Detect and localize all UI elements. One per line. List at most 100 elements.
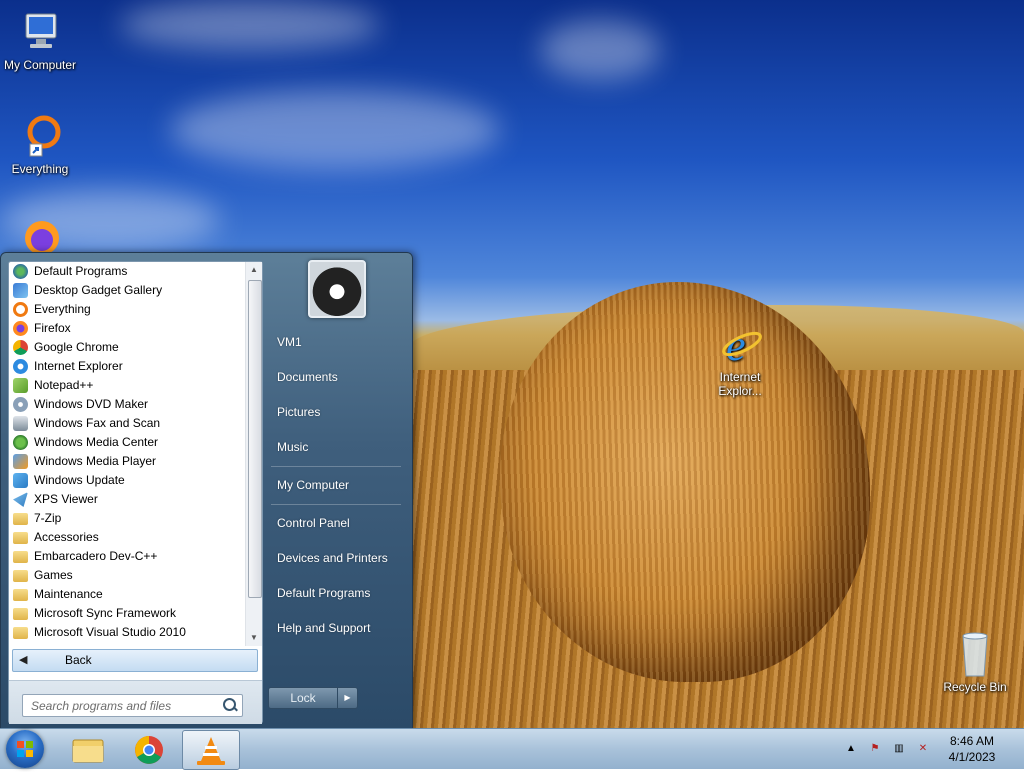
fax-scan-icon xyxy=(13,416,28,431)
scrollbar-thumb[interactable] xyxy=(248,280,262,598)
vlc-icon xyxy=(197,737,225,765)
folder-icon xyxy=(13,513,28,525)
taskbar: ▲ ⚑ ▥ ✕ 8:46 AM 4/1/2023 xyxy=(0,728,1024,770)
search-input[interactable] xyxy=(29,695,223,716)
show-hidden-icons-icon[interactable]: ▲ xyxy=(844,742,858,756)
everything-icon xyxy=(13,302,28,317)
recycle-bin-icon xyxy=(951,630,999,678)
program-item[interactable]: Internet Explorer xyxy=(9,357,245,376)
taskbar-explorer-button[interactable] xyxy=(60,730,116,768)
program-item[interactable]: Google Chrome xyxy=(9,338,245,357)
start-menu-link-vm1[interactable]: VM1 xyxy=(266,325,406,360)
dvd-maker-icon xyxy=(13,397,28,412)
program-item[interactable]: XPS Viewer xyxy=(9,490,245,509)
program-item[interactable]: Default Programs xyxy=(9,262,245,281)
program-item-label: Google Chrome xyxy=(34,340,119,354)
internet-explorer-icon: e xyxy=(716,320,764,370)
search-box[interactable] xyxy=(22,694,243,717)
back-button[interactable]: ◀ Back xyxy=(12,649,258,672)
clock-date: 4/1/2023 xyxy=(948,750,996,764)
program-item-label: Default Programs xyxy=(34,264,128,278)
program-item-label: 7-Zip xyxy=(34,511,62,525)
clock[interactable]: 8:46 AM 4/1/2023 xyxy=(930,733,1014,765)
start-menu-link-help-and-support[interactable]: Help and Support xyxy=(266,611,406,646)
network-icon[interactable]: ▥ xyxy=(892,742,906,756)
program-item-label: Notepad++ xyxy=(34,378,94,392)
program-item-label: Everything xyxy=(34,302,91,316)
user-avatar[interactable] xyxy=(308,260,366,318)
program-item-label: Embarcadero Dev-C++ xyxy=(34,549,158,563)
taskbar-chrome-button[interactable] xyxy=(121,730,177,768)
program-item[interactable]: Maintenance xyxy=(9,585,245,604)
scroll-up-icon[interactable]: ▲ xyxy=(246,262,262,278)
start-menu: Default Programs Desktop Gadget Gallery Ev… xyxy=(0,252,413,730)
program-item-label: Accessories xyxy=(34,530,99,544)
desktop-icon-label: Internet Explor... xyxy=(718,370,762,398)
program-item[interactable]: Windows Media Player xyxy=(9,452,245,471)
program-list: Default Programs Desktop Gadget Gallery Ev… xyxy=(9,262,245,646)
program-item-label: Firefox xyxy=(34,321,71,335)
taskbar-vlc-button[interactable] xyxy=(182,730,240,770)
firefox-icon xyxy=(13,321,28,336)
action-center-flag-icon[interactable]: ⚑ xyxy=(868,742,882,756)
shutdown-options-arrow-icon[interactable]: ▶ xyxy=(337,687,358,709)
start-button[interactable] xyxy=(6,730,44,768)
everything-icon xyxy=(16,112,64,160)
desktop-icon-label: My Computer xyxy=(3,58,77,72)
program-item[interactable]: Microsoft Sync Framework xyxy=(9,604,245,623)
desktop-icon-recycle-bin[interactable]: Recycle Bin xyxy=(935,630,1015,694)
start-menu-link-control-panel[interactable]: Control Panel xyxy=(266,506,406,541)
windows-update-icon xyxy=(13,473,28,488)
media-player-icon xyxy=(13,454,28,469)
chrome-icon xyxy=(135,736,163,764)
program-item-label: Windows Fax and Scan xyxy=(34,416,161,430)
computer-icon xyxy=(16,8,64,56)
program-item[interactable]: Windows Fax and Scan xyxy=(9,414,245,433)
folder-icon xyxy=(13,532,28,544)
desktop-icon-internet-explorer[interactable]: e Internet Explor... xyxy=(700,320,780,398)
divider xyxy=(271,466,401,467)
start-menu-link-music[interactable]: Music xyxy=(266,430,406,465)
windows-logo-icon xyxy=(17,741,33,757)
desktop-icon-everything[interactable]: Everything xyxy=(0,112,80,176)
program-item-label: Windows Media Player xyxy=(34,454,157,468)
program-item-label: Microsoft Sync Framework xyxy=(34,606,177,620)
start-menu-link-documents[interactable]: Documents xyxy=(266,360,406,395)
program-item-label: Windows Update xyxy=(34,473,125,487)
folder-icon xyxy=(13,589,28,601)
start-menu-link-devices-and-printers[interactable]: Devices and Printers xyxy=(266,541,406,576)
program-list-scrollbar[interactable]: ▲ ▼ xyxy=(245,262,262,646)
program-item[interactable]: Accessories xyxy=(9,528,245,547)
program-item[interactable]: Desktop Gadget Gallery xyxy=(9,281,245,300)
program-item-label: Games xyxy=(34,568,73,582)
start-menu-left-pane: Default Programs Desktop Gadget Gallery Ev… xyxy=(8,261,263,724)
program-item[interactable]: Games xyxy=(9,566,245,585)
program-item[interactable]: Notepad++ xyxy=(9,376,245,395)
folder-icon xyxy=(13,570,28,582)
media-center-icon xyxy=(13,435,28,450)
windows-explorer-icon xyxy=(72,739,104,763)
search-icon[interactable] xyxy=(223,698,236,711)
program-item[interactable]: Everything xyxy=(9,300,245,319)
desktop-icon-my-computer[interactable]: My Computer xyxy=(0,8,80,72)
program-item[interactable]: 7-Zip xyxy=(9,509,245,528)
internet-explorer-icon xyxy=(13,359,28,374)
program-item-label: XPS Viewer xyxy=(34,492,98,506)
program-item[interactable]: Microsoft Visual Studio 2010 xyxy=(9,623,245,642)
program-item[interactable]: Firefox xyxy=(9,319,245,338)
lock-button[interactable]: Lock xyxy=(268,687,338,709)
program-item[interactable]: Embarcadero Dev-C++ xyxy=(9,547,245,566)
program-item[interactable]: Windows Media Center xyxy=(9,433,245,452)
program-item-label: Windows Media Center xyxy=(34,435,159,449)
volume-muted-icon[interactable]: ✕ xyxy=(916,742,930,756)
program-item[interactable]: Windows Update xyxy=(9,471,245,490)
scroll-down-icon[interactable]: ▼ xyxy=(246,630,262,646)
start-menu-link-default-programs[interactable]: Default Programs xyxy=(266,576,406,611)
program-item[interactable]: Windows DVD Maker xyxy=(9,395,245,414)
start-menu-link-my-computer[interactable]: My Computer xyxy=(266,468,406,503)
clock-time: 8:46 AM xyxy=(949,734,995,748)
search-area xyxy=(9,680,262,724)
program-item-label: Microsoft Visual Studio 2010 xyxy=(34,625,186,639)
gadget-gallery-icon xyxy=(13,283,28,298)
start-menu-link-pictures[interactable]: Pictures xyxy=(266,395,406,430)
